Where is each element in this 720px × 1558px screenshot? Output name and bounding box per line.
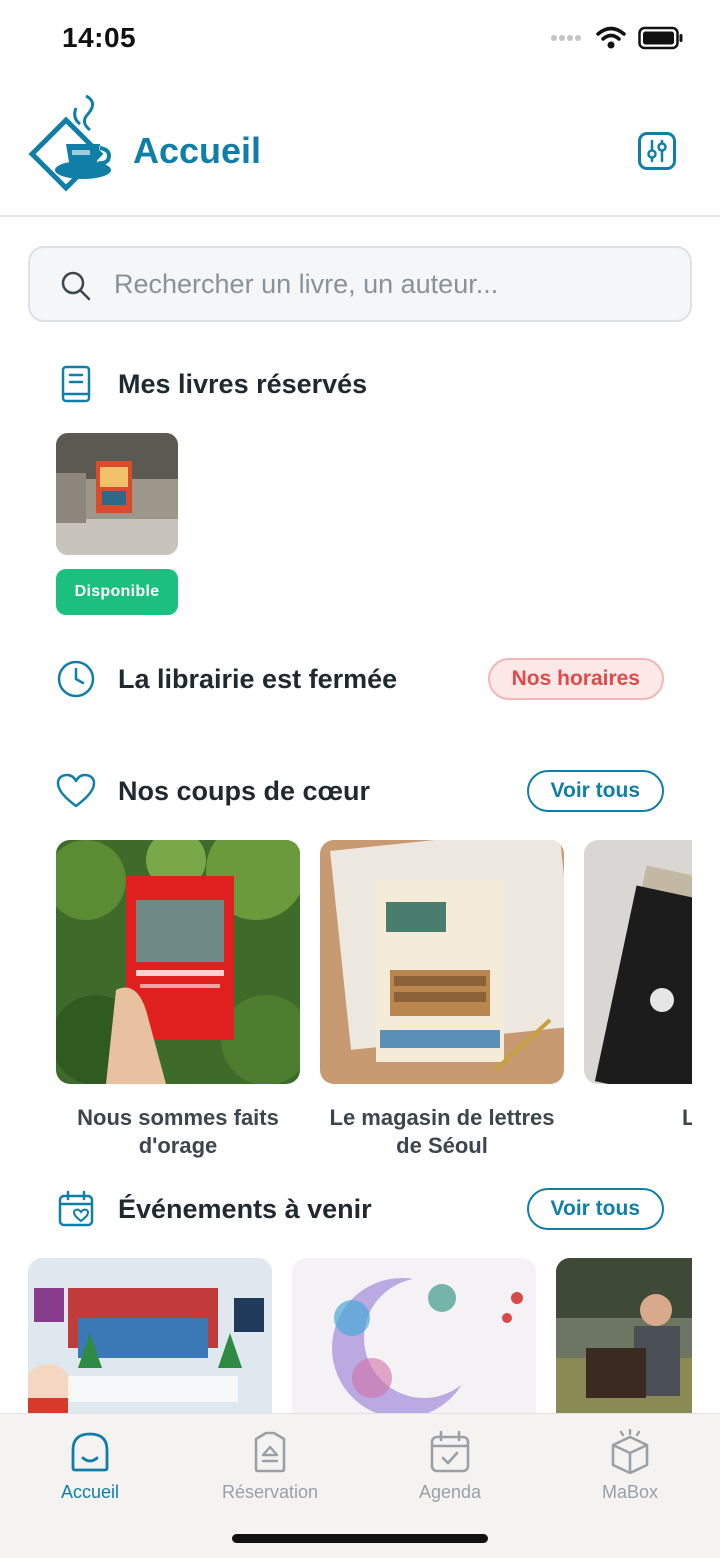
events-carousel[interactable] xyxy=(0,1258,692,1414)
reserved-title: Mes livres réservés xyxy=(118,368,368,399)
tab-reservation[interactable]: Réservation xyxy=(200,1426,340,1503)
box-icon xyxy=(560,1426,700,1478)
tab-label: MaBox xyxy=(601,1482,659,1502)
page-title: Accueil xyxy=(133,130,262,171)
app-logo xyxy=(28,88,118,198)
opening-hours-button[interactable]: Nos horaires xyxy=(487,658,664,700)
status-bar: 14:05 xyxy=(0,0,720,80)
hours-status: La librairie est fermée xyxy=(118,663,398,694)
search-bar[interactable] xyxy=(28,246,692,322)
favorites-carousel[interactable]: Nous sommes faits d'orage Le magasin de … xyxy=(0,840,692,1170)
favorite-book-card[interactable]: Le magasin de lettres de Séoul xyxy=(320,840,564,1160)
book-cover xyxy=(320,840,564,1084)
status-time: 14:05 xyxy=(62,22,137,53)
events-section-header: Événements à venir Voir tous xyxy=(56,1185,666,1233)
search-input[interactable] xyxy=(114,248,674,320)
tab-accueil[interactable]: Accueil xyxy=(20,1426,160,1503)
reserved-book-cover[interactable] xyxy=(56,433,178,555)
book-title: Le magasin de lettres de Séoul xyxy=(329,1105,555,1158)
tab-label: Agenda xyxy=(418,1482,482,1502)
book-cover xyxy=(584,840,692,1084)
status-badge-available: Disponible xyxy=(56,569,178,615)
tab-label: Réservation xyxy=(221,1482,319,1502)
events-see-all-button[interactable]: Voir tous xyxy=(526,1188,664,1230)
filter-settings-icon xyxy=(647,139,667,163)
book-title: L'An xyxy=(682,1105,692,1130)
favorites-title: Nos coups de cœur xyxy=(118,775,371,806)
calendar-heart-icon xyxy=(56,1189,96,1229)
event-card[interactable] xyxy=(292,1258,536,1414)
book-title: Nous sommes faits d'orage xyxy=(77,1105,279,1158)
battery-icon xyxy=(638,26,683,50)
filter-settings-button[interactable] xyxy=(638,132,676,170)
event-card[interactable] xyxy=(28,1258,272,1414)
tab-label: Accueil xyxy=(60,1482,120,1502)
reservation-icon xyxy=(200,1426,340,1478)
event-card[interactable] xyxy=(556,1258,692,1414)
calendar-check-icon xyxy=(380,1426,520,1478)
signal-icon xyxy=(551,35,581,41)
book-icon xyxy=(56,364,96,404)
clock-icon xyxy=(56,659,96,699)
heart-icon xyxy=(56,771,96,811)
favorite-book-card[interactable]: Nous sommes faits d'orage xyxy=(56,840,300,1160)
search-icon xyxy=(61,271,91,301)
reserved-section-header: Mes livres réservés xyxy=(56,360,666,408)
favorites-see-all-button[interactable]: Voir tous xyxy=(526,770,664,812)
favorites-section-header: Nos coups de cœur Voir tous xyxy=(56,767,666,815)
book-cover xyxy=(56,840,300,1084)
home-icon xyxy=(20,1426,160,1478)
wifi-icon xyxy=(596,26,626,49)
header: Accueil xyxy=(0,80,720,217)
tab-agenda[interactable]: Agenda xyxy=(380,1426,520,1503)
favorite-book-card[interactable]: L'An xyxy=(584,840,692,1132)
events-title: Événements à venir xyxy=(118,1193,372,1224)
tab-mabox[interactable]: MaBox xyxy=(560,1426,700,1503)
hours-section: La librairie est fermée Nos horaires xyxy=(56,655,666,703)
status-indicators xyxy=(550,26,684,50)
home-indicator xyxy=(232,1534,488,1543)
